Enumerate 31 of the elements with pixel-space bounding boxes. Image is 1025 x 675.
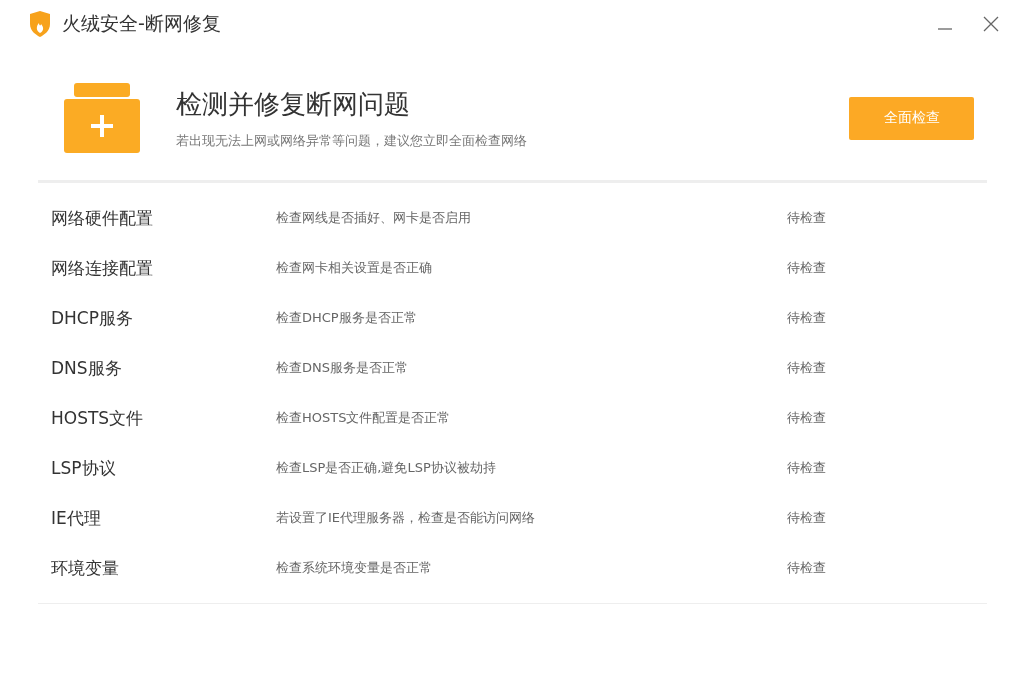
check-name: DNS服务 — [51, 356, 123, 380]
folder-plus-icon — [64, 83, 140, 153]
check-status: 待检查 — [787, 559, 826, 577]
check-status: 待检查 — [787, 409, 826, 427]
check-status: 待检查 — [787, 509, 826, 527]
check-status: 待检查 — [787, 359, 826, 377]
check-name: LSP协议 — [51, 456, 117, 480]
check-name: IE代理 — [51, 506, 102, 530]
check-name: 网络硬件配置 — [51, 206, 154, 230]
close-button[interactable] — [983, 16, 999, 32]
check-status: 待检查 — [787, 459, 826, 477]
check-description: 若设置了IE代理服务器，检查是否能访问网络 — [276, 509, 537, 527]
check-description: 检查LSP是否正确,避免LSP协议被劫持 — [276, 459, 497, 477]
check-description: 检查网线是否插好、网卡是否启用 — [276, 209, 472, 227]
check-description: 检查网卡相关设置是否正确 — [276, 259, 433, 277]
check-name: 环境变量 — [51, 556, 120, 580]
header-subtitle: 若出现无法上网或网络异常等问题，建议您立即全面检查网络 — [176, 131, 527, 150]
full-check-button[interactable]: 全面检查 — [849, 96, 974, 140]
check-description: 检查DHCP服务是否正常 — [276, 309, 418, 327]
check-name: 网络连接配置 — [51, 256, 154, 280]
window-title: 火绒安全-断网修复 — [62, 11, 221, 36]
check-description: 检查系统环境变量是否正常 — [276, 559, 433, 577]
shield-flame-logo-icon — [28, 11, 52, 37]
check-description: 检查HOSTS文件配置是否正常 — [276, 409, 452, 427]
check-name: DHCP服务 — [51, 306, 134, 330]
check-name: HOSTS文件 — [51, 406, 145, 430]
check-status: 待检查 — [787, 209, 826, 227]
check-status: 待检查 — [787, 259, 826, 277]
check-description: 检查DNS服务是否正常 — [276, 359, 409, 377]
header-title: 检测并修复断网问题 — [176, 87, 411, 121]
check-status: 待检查 — [787, 309, 826, 327]
